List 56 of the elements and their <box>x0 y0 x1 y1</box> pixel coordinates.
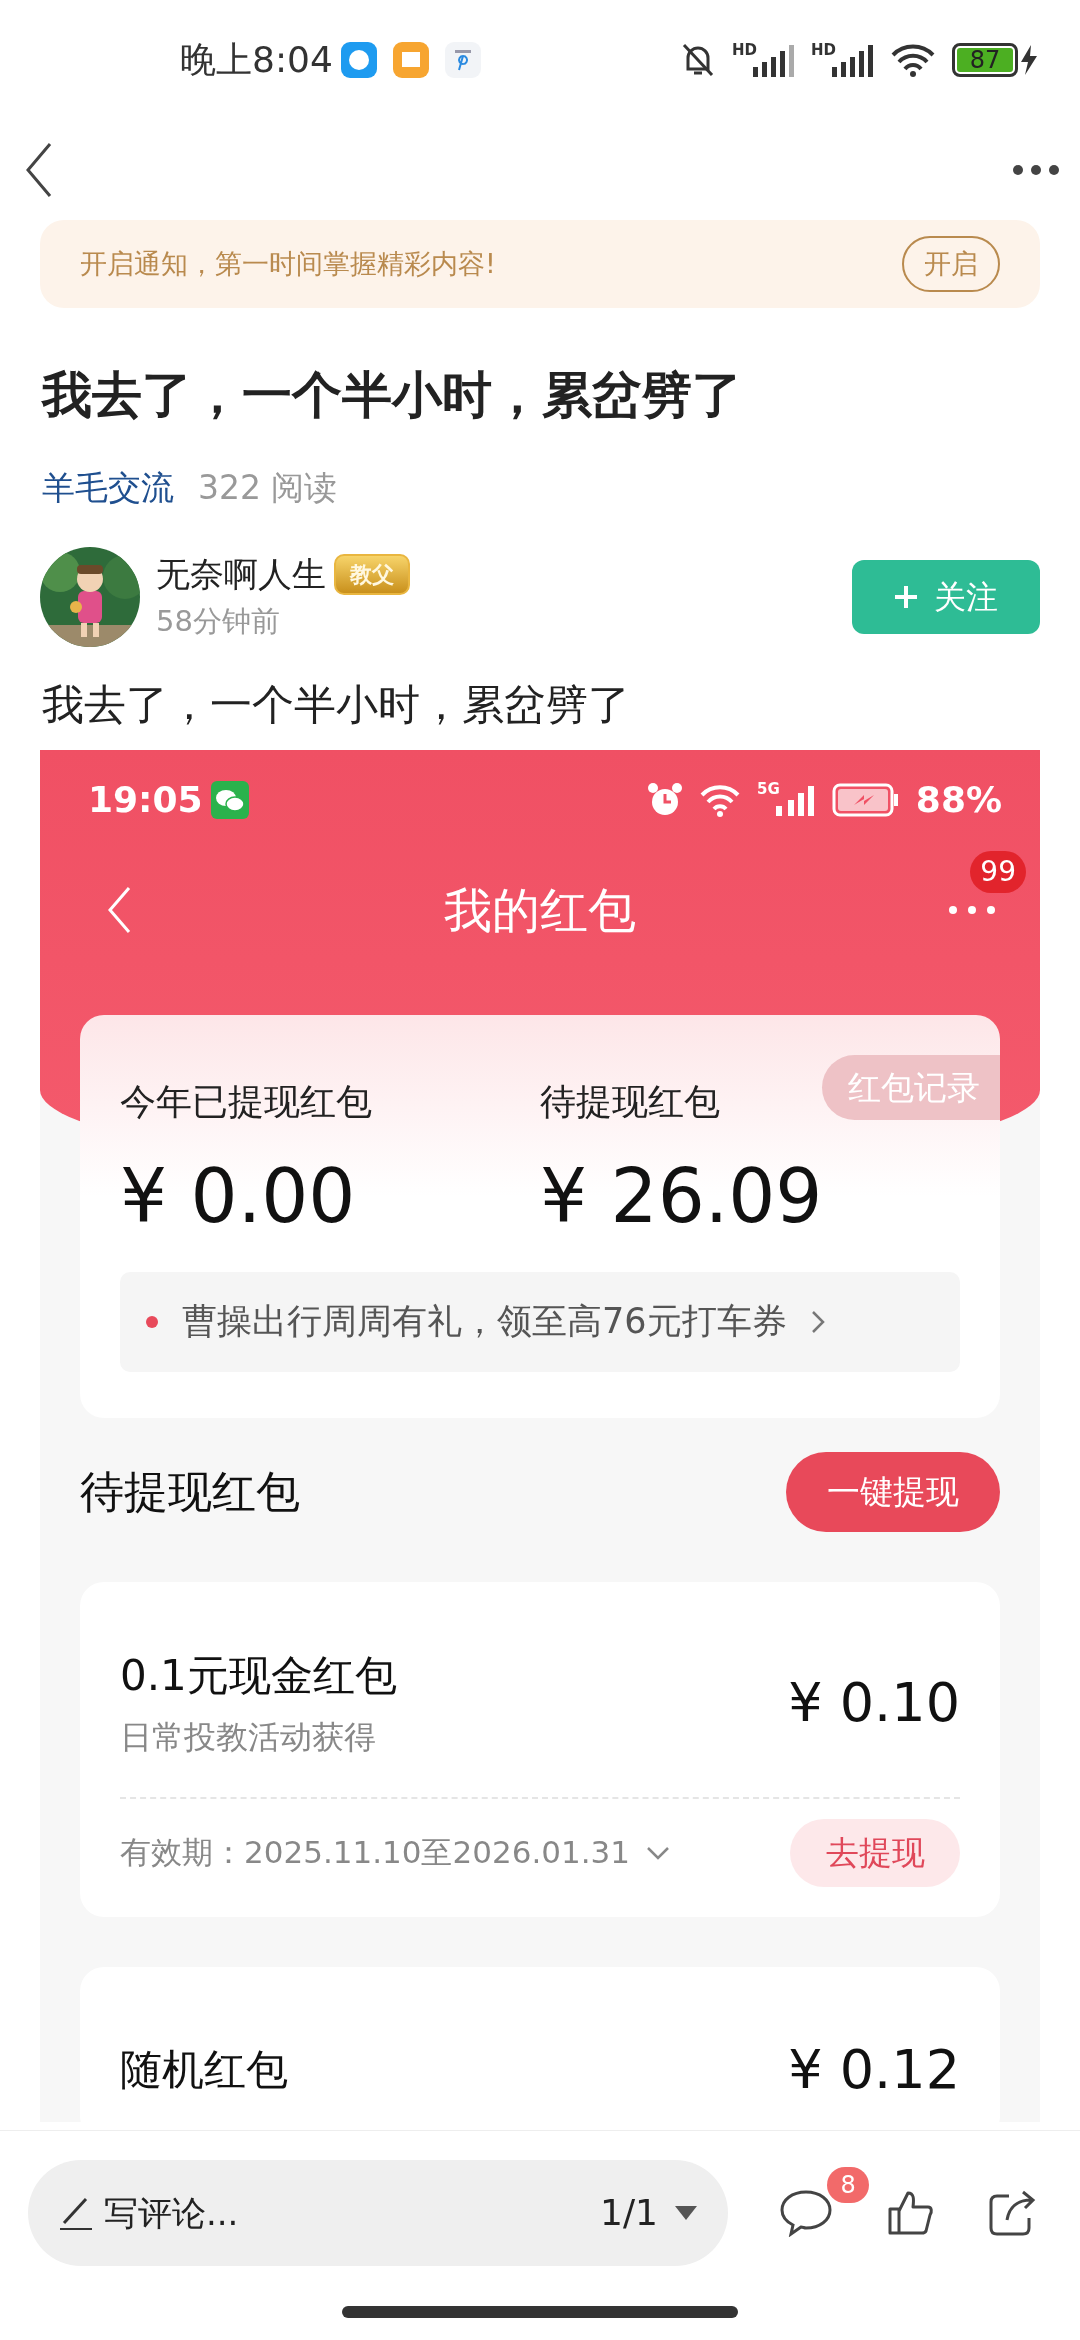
author-name: 无奈啊人生 <box>156 553 326 597</box>
app-icon <box>340 42 377 78</box>
back-icon[interactable] <box>24 142 54 198</box>
alarm-icon <box>647 781 684 818</box>
stat-label: 今年已提现红包 <box>120 1079 372 1124</box>
section-title: 待提现红包 <box>80 1464 300 1519</box>
page-indicator: 1/1 <box>600 2191 658 2235</box>
notification-badge: 99 <box>970 850 1026 893</box>
battery-icon <box>831 782 900 817</box>
more-icon[interactable] <box>1012 164 1060 176</box>
network-type-label: HD <box>731 43 757 58</box>
enable-button[interactable]: 开启 <box>902 235 1000 293</box>
post-body: 我去了，一个半小时，累岔劈了 <box>42 678 631 731</box>
plus-icon <box>894 584 918 609</box>
comment-input[interactable]: 写评论... <box>102 2186 462 2240</box>
network-type-label: 5G <box>757 781 780 797</box>
packet-name: 0.1元现金红包 <box>120 1649 397 1702</box>
dot-icon <box>146 1315 158 1328</box>
wifi-icon <box>890 42 936 78</box>
comment-icon[interactable] <box>778 2189 833 2237</box>
page-title: 我的红包 <box>444 880 636 940</box>
notice-text: 开启通知，第一时间掌握精彩内容! <box>80 246 496 281</box>
read-count: 322 阅读 <box>198 467 338 509</box>
share-icon[interactable] <box>987 2188 1038 2238</box>
post-time: 58分钟前 <box>156 603 281 641</box>
battery-level: 87 <box>952 43 1018 77</box>
promo-text: 曹操出行周周有礼，领至高76元打车券 <box>182 1300 787 1344</box>
packet-source: 日常投教活动获得 <box>120 1716 377 1758</box>
withdraw-all-button[interactable]: 一键提现 <box>786 1451 1000 1532</box>
rank-badge: 教父 <box>334 554 410 596</box>
status-time: 晚上8:04 <box>180 38 333 82</box>
stat-amount: ¥ 0.00 <box>120 1151 357 1241</box>
packet-amount: ¥ 0.12 <box>788 2036 960 2103</box>
promo-banner[interactable]: 曹操出行周周有礼，领至高76元打车券 <box>120 1271 960 1372</box>
validity-text: 有效期：2025.11.10至2026.01.31 <box>120 1833 630 1873</box>
comment-count: 8 <box>827 2167 869 2203</box>
app-icon <box>392 42 429 78</box>
chat-app-icon <box>210 780 249 819</box>
chevron-down-icon[interactable] <box>646 1845 670 1860</box>
packet-name: 随机红包 <box>120 2043 288 2096</box>
network-type-label: HD <box>811 43 836 58</box>
follow-button[interactable]: 关注 <box>852 559 1040 634</box>
pencil-icon <box>58 2195 94 2231</box>
thumbs-up-icon[interactable] <box>886 2189 934 2237</box>
stat-amount: ¥ 26.09 <box>540 1151 824 1241</box>
comment-field[interactable]: 写评论... 1/1 <box>28 2160 728 2266</box>
category-link[interactable]: 羊毛交流 <box>42 463 174 513</box>
chevron-right-icon <box>810 1309 825 1334</box>
wifi-icon <box>699 782 742 817</box>
battery-percent: 88% <box>915 777 1002 822</box>
stat-label: 待提现红包 <box>540 1079 720 1124</box>
status-time: 19:05 <box>88 777 203 822</box>
withdraw-button[interactable]: 去提现 <box>790 1818 960 1887</box>
post-title: 我去了，一个半小时，累岔劈了 <box>42 365 743 426</box>
packet-amount: ¥ 0.10 <box>788 1669 960 1736</box>
dropdown-icon[interactable] <box>674 2205 698 2221</box>
